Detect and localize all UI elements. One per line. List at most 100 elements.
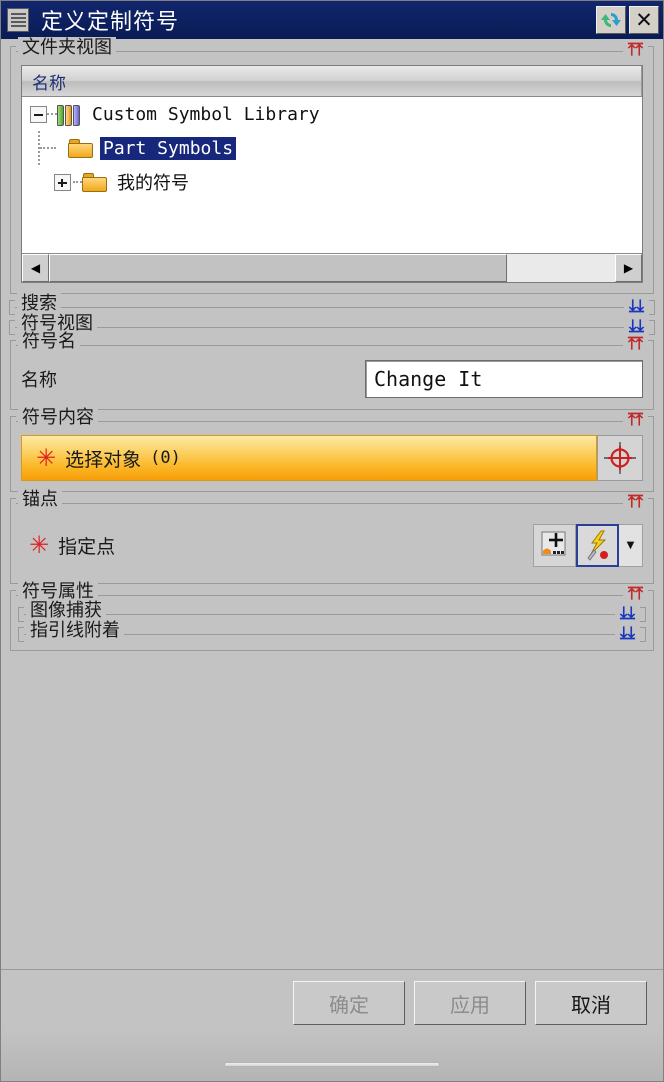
select-objects-label: 选择对象 <box>65 449 142 471</box>
hamburger-menu-icon[interactable] <box>7 8 29 32</box>
tree-item-my-symbols[interactable]: 我的符号 <box>22 165 642 199</box>
dialog-footer: 确定 应用 取消 <box>1 969 663 1081</box>
reset-refresh-icon <box>601 13 621 27</box>
group-corner-right <box>649 300 655 315</box>
tree-expander-plus-icon[interactable] <box>54 173 71 191</box>
anchor-point-collapse-toggle[interactable]: ⤒⤒ <box>623 493 648 512</box>
group-corner-right <box>648 498 654 509</box>
chevron-up-icon: ⤒⤒ <box>624 585 646 602</box>
dialog-title: 定义定制符号 <box>41 9 180 34</box>
section-symbol-name-header[interactable]: 符号名 ⤒⤒ <box>10 331 654 352</box>
group-line <box>15 307 624 308</box>
section-folder-view: 文件夹视图 ⤒⤒ 名称 Custom Symbol Library Part S… <box>10 37 654 294</box>
section-search-header[interactable]: 搜索 ⤓⤓ <box>9 293 655 316</box>
tree-column-header-row: 名称 <box>22 66 642 97</box>
books-icon <box>57 102 83 126</box>
section-anchor-point-header[interactable]: 锚点 ⤒⤒ <box>10 489 654 510</box>
scroll-right-arrow-icon[interactable]: ▶ <box>615 254 642 282</box>
tree-connector-line <box>47 113 57 115</box>
folder-tree-panel: 名称 Custom Symbol Library Part Symbols 我的… <box>21 65 643 283</box>
chevron-down-icon: ▼ <box>626 539 635 551</box>
search-expand-toggle[interactable]: ⤓⤓ <box>624 297 649 316</box>
chevron-down-icon: ⤓⤓ <box>625 297 647 314</box>
cancel-button[interactable]: 取消 <box>535 981 647 1025</box>
folder-view-collapse-toggle[interactable]: ⤒⤒ <box>623 41 648 60</box>
section-symbol-view-title: 符号视图 <box>17 313 97 333</box>
tree-column-header-name[interactable]: 名称 <box>22 66 642 96</box>
chevron-up-icon: ⤒⤒ <box>624 41 646 58</box>
symbol-name-collapse-toggle[interactable]: ⤒⤒ <box>623 335 648 354</box>
tree-horizontal-scrollbar[interactable]: ◀ ▶ <box>22 253 642 282</box>
symbol-attributes-collapse-toggle[interactable]: ⤒⤒ <box>623 585 648 604</box>
image-capture-expand-toggle[interactable]: ⤓⤓ <box>615 604 640 623</box>
section-search-title: 搜索 <box>17 293 61 313</box>
section-symbol-name: 符号名 ⤒⤒ 名称 <box>10 331 654 410</box>
tree-item-label: Part Symbols <box>100 136 237 160</box>
required-asterisk-icon: ✳ <box>29 531 50 559</box>
section-symbol-content: 符号内容 ⤒⤒ ✳ 选择对象 (0) <box>10 407 654 492</box>
symbol-content-content: ✳ 选择对象 (0) <box>11 427 653 491</box>
point-constructor-button[interactable] <box>533 523 576 567</box>
group-corner-right <box>648 416 654 427</box>
section-symbol-attributes-header[interactable]: 符号属性 ⤒⤒ <box>10 581 654 602</box>
required-asterisk-icon: ✳ <box>36 444 57 472</box>
chevron-down-icon: ⤓⤓ <box>616 604 638 621</box>
tree-expander-minus-icon[interactable] <box>30 105 47 123</box>
leader-attachment-expand-toggle[interactable]: ⤓⤓ <box>615 624 640 643</box>
section-folder-view-header[interactable]: 文件夹视图 ⤒⤒ <box>10 37 654 58</box>
group-line <box>15 327 624 328</box>
group-corner-right <box>648 590 654 601</box>
apply-button[interactable]: 应用 <box>414 981 526 1025</box>
chevron-up-icon: ⤒⤒ <box>624 335 646 352</box>
chevron-down-icon: ⤓⤓ <box>616 624 638 641</box>
tree-item-part-symbols[interactable]: Part Symbols <box>22 131 642 165</box>
symbol-attributes-content: 图像捕获 ⤓⤓ 指引线附着 ⤓⤓ <box>11 600 653 650</box>
define-custom-symbol-dialog: 定义定制符号 ✕ 文件夹视图 ⤒⤒ 名称 Custom Symbol Libra… <box>0 0 664 1082</box>
ok-button[interactable]: 确定 <box>293 981 405 1025</box>
symbol-content-collapse-toggle[interactable]: ⤒⤒ <box>623 411 648 430</box>
close-icon: ✕ <box>635 7 653 32</box>
folder-tree[interactable]: Custom Symbol Library Part Symbols 我的符号 <box>22 97 642 253</box>
reset-button[interactable] <box>596 6 626 34</box>
snap-point-lightning-icon <box>586 530 608 561</box>
folder-view-content: 名称 Custom Symbol Library Part Symbols 我的… <box>11 57 653 293</box>
symbol-name-input[interactable] <box>365 360 643 398</box>
group-corner-right <box>640 627 646 642</box>
symbol-name-content: 名称 <box>11 351 653 409</box>
section-symbol-content-header[interactable]: 符号内容 ⤒⤒ <box>10 407 654 428</box>
group-line <box>16 421 623 422</box>
subsection-leader-attachment-header[interactable]: 指引线附着 ⤓⤓ <box>18 620 646 643</box>
group-corner-right <box>648 46 654 57</box>
select-objects-target-button[interactable] <box>597 435 643 481</box>
tree-connector-line <box>40 147 56 149</box>
group-line <box>16 345 623 346</box>
scrollbar-track[interactable] <box>49 254 615 282</box>
subsection-leader-attachment: 指引线附着 ⤓⤓ <box>18 620 646 643</box>
crosshair-target-icon <box>604 442 636 474</box>
scrollbar-thumb[interactable] <box>49 254 508 282</box>
section-anchor-point: 锚点 ⤒⤒ ✳ 指定点 ▼ <box>10 489 654 584</box>
section-symbol-content-title: 符号内容 <box>18 407 98 427</box>
anchor-point-content: ✳ 指定点 ▼ <box>11 509 653 583</box>
select-objects-button[interactable]: ✳ 选择对象 (0) <box>21 435 597 481</box>
chevron-down-icon: ⤓⤓ <box>625 317 647 334</box>
scroll-left-arrow-icon[interactable]: ◀ <box>22 254 49 282</box>
snap-point-dropdown-button[interactable]: ▼ <box>619 523 643 567</box>
close-button[interactable]: ✕ <box>629 6 659 34</box>
section-symbol-view-header[interactable]: 符号视图 ⤓⤓ <box>9 313 655 336</box>
tree-item-custom-symbol-library[interactable]: Custom Symbol Library <box>22 97 642 131</box>
dialog-body: 文件夹视图 ⤒⤒ 名称 Custom Symbol Library Part S… <box>1 37 663 651</box>
title-bar[interactable]: 定义定制符号 ✕ <box>1 1 663 39</box>
specify-point-row: ✳ 指定点 ▼ <box>21 517 643 573</box>
select-objects-count: (0) <box>150 448 181 468</box>
folder-icon <box>82 172 108 193</box>
resize-grip[interactable] <box>224 1062 440 1067</box>
snap-point-button[interactable] <box>576 523 619 567</box>
subsection-leader-attachment-title: 指引线附着 <box>26 620 124 640</box>
section-folder-view-title: 文件夹视图 <box>18 37 116 57</box>
symbol-view-expand-toggle[interactable]: ⤓⤓ <box>624 317 649 336</box>
select-objects-row: ✳ 选择对象 (0) <box>21 435 643 481</box>
group-corner-right <box>640 607 646 622</box>
specify-point-label-group: ✳ 指定点 <box>21 532 115 559</box>
footer-button-row: 确定 应用 取消 <box>1 970 663 1025</box>
